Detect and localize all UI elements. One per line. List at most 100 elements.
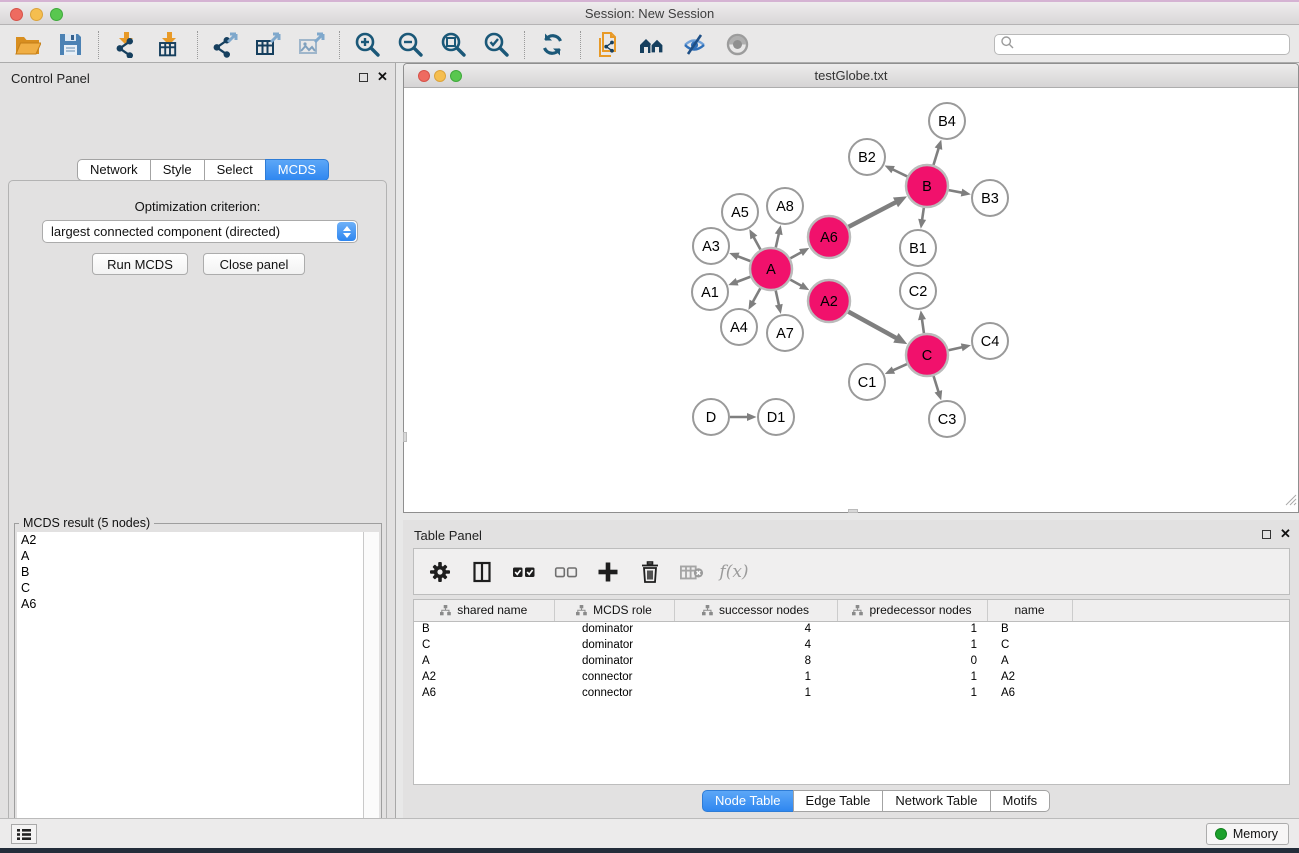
table-cell[interactable]: 4 — [674, 621, 837, 637]
column-header-shared-name[interactable]: shared name — [414, 600, 554, 621]
mcds-result-item[interactable]: A6 — [17, 596, 363, 612]
table-cell[interactable]: 8 — [674, 653, 837, 669]
clone-network-icon[interactable] — [595, 31, 622, 58]
mcds-result-item[interactable]: A — [17, 548, 363, 564]
table-cell[interactable]: connector — [554, 685, 674, 701]
zoom-selected-icon[interactable] — [483, 31, 510, 58]
graph-node-A3[interactable]: A3 — [693, 228, 729, 264]
graph-edge-A-A7[interactable] — [776, 290, 780, 306]
table-cell[interactable]: 1 — [837, 669, 987, 685]
column-header-successor-nodes[interactable]: successor nodes — [674, 600, 837, 621]
first-neighbors-icon[interactable] — [638, 31, 665, 58]
task-history-button[interactable] — [11, 824, 37, 844]
table-cell[interactable]: A2 — [987, 669, 1072, 685]
graph-edge-C-C4[interactable] — [948, 347, 963, 350]
tab-motifs[interactable]: Motifs — [990, 790, 1051, 812]
graph-node-C3[interactable]: C3 — [929, 401, 965, 437]
graph-node-C4[interactable]: C4 — [972, 323, 1008, 359]
hide-details-icon[interactable] — [681, 31, 708, 58]
table-cell[interactable]: 1 — [674, 669, 837, 685]
table-cell[interactable]: connector — [554, 669, 674, 685]
graph-node-A[interactable]: A — [750, 248, 792, 290]
graph-node-B4[interactable]: B4 — [929, 103, 965, 139]
graph-node-B3[interactable]: B3 — [972, 180, 1008, 216]
float-table-panel-icon[interactable] — [1262, 530, 1271, 539]
search-field[interactable] — [994, 34, 1290, 55]
graph-node-D[interactable]: D — [693, 399, 729, 435]
table-cell[interactable]: B — [414, 621, 554, 637]
table-cell[interactable]: C — [414, 637, 554, 653]
graph-edge-A-A8[interactable] — [776, 232, 779, 247]
table-cell[interactable]: A2 — [414, 669, 554, 685]
graph-node-D1[interactable]: D1 — [758, 399, 794, 435]
splitter-handle-left[interactable] — [403, 432, 407, 442]
graph-edge-C-C3[interactable] — [934, 376, 939, 393]
mcds-result-item[interactable]: A2 — [17, 532, 363, 548]
table-cell[interactable]: 1 — [837, 637, 987, 653]
graph-node-C[interactable]: C — [906, 334, 948, 376]
export-table-icon[interactable] — [255, 31, 282, 58]
graph-node-A2[interactable]: A2 — [808, 280, 850, 322]
graph-edge-B-B2[interactable] — [891, 169, 907, 177]
close-panel-icon[interactable]: ✕ — [377, 69, 388, 85]
graph-edge-A-A2[interactable] — [790, 280, 802, 287]
table-row[interactable]: A6connector11A6 — [414, 685, 1289, 701]
graph-node-A5[interactable]: A5 — [722, 194, 758, 230]
float-panel-icon[interactable] — [359, 73, 368, 82]
tab-mcds[interactable]: MCDS — [265, 159, 329, 181]
table-cell[interactable]: 0 — [837, 653, 987, 669]
table-cell[interactable]: A — [987, 653, 1072, 669]
zoom-fit-icon[interactable] — [440, 31, 467, 58]
table-cell[interactable]: A — [414, 653, 554, 669]
delete-column-icon[interactable] — [638, 560, 662, 584]
columns-icon[interactable] — [470, 560, 494, 584]
graph-edge-A-A4[interactable] — [752, 288, 760, 303]
import-table-icon[interactable] — [156, 31, 183, 58]
graph-node-A4[interactable]: A4 — [721, 309, 757, 345]
export-image-icon[interactable] — [298, 31, 325, 58]
graph-edge-A6-B[interactable] — [849, 201, 898, 226]
settings-icon[interactable] — [428, 560, 452, 584]
zoom-in-icon[interactable] — [354, 31, 381, 58]
graph-edge-B-B3[interactable] — [949, 190, 964, 193]
graph-edge-C-C1[interactable] — [892, 364, 907, 371]
graph-node-C2[interactable]: C2 — [900, 273, 936, 309]
graph-edge-A-A3[interactable] — [736, 256, 750, 261]
result-scrollbar[interactable] — [364, 532, 379, 853]
table-cell[interactable]: 1 — [837, 621, 987, 637]
show-details-icon[interactable] — [724, 31, 751, 58]
tab-style[interactable]: Style — [150, 159, 205, 181]
select-all-icon[interactable] — [512, 560, 536, 584]
export-network-icon[interactable] — [212, 31, 239, 58]
tab-node-table[interactable]: Node Table — [702, 790, 794, 812]
resize-grip-icon[interactable] — [1283, 492, 1297, 511]
zoom-out-icon[interactable] — [397, 31, 424, 58]
graph-node-C1[interactable]: C1 — [849, 364, 885, 400]
graph-node-A1[interactable]: A1 — [692, 274, 728, 310]
graph-node-A8[interactable]: A8 — [767, 188, 803, 224]
memory-button[interactable]: Memory — [1206, 823, 1289, 845]
table-cell[interactable]: 1 — [674, 685, 837, 701]
mcds-result-item[interactable]: C — [17, 580, 363, 596]
column-header-predecessor-nodes[interactable]: predecessor nodes — [837, 600, 987, 621]
column-header-MCDS-role[interactable]: MCDS role — [554, 600, 674, 621]
graph-node-B[interactable]: B — [906, 165, 948, 207]
splitter-handle-bottom[interactable] — [848, 509, 858, 513]
table-row[interactable]: A2connector11A2 — [414, 669, 1289, 685]
save-session-icon[interactable] — [57, 31, 84, 58]
graph-node-A6[interactable]: A6 — [808, 216, 850, 258]
table-row[interactable]: Adominator80A — [414, 653, 1289, 669]
import-network-icon[interactable] — [113, 31, 140, 58]
tab-edge-table[interactable]: Edge Table — [793, 790, 884, 812]
table-cell[interactable]: 4 — [674, 637, 837, 653]
run-mcds-button[interactable]: Run MCDS — [92, 253, 188, 275]
table-row[interactable]: Cdominator41C — [414, 637, 1289, 653]
mcds-result-list[interactable]: A2ABCA6 — [17, 532, 364, 853]
table-cell[interactable]: C — [987, 637, 1072, 653]
optimization-criterion-select[interactable]: largest connected component (directed) — [42, 220, 358, 243]
graph-edge-B-B1[interactable] — [922, 208, 924, 222]
table-cell[interactable]: dominator — [554, 621, 674, 637]
graph-edge-C-C2[interactable] — [922, 318, 924, 333]
tab-select[interactable]: Select — [204, 159, 266, 181]
mcds-result-item[interactable]: B — [17, 564, 363, 580]
